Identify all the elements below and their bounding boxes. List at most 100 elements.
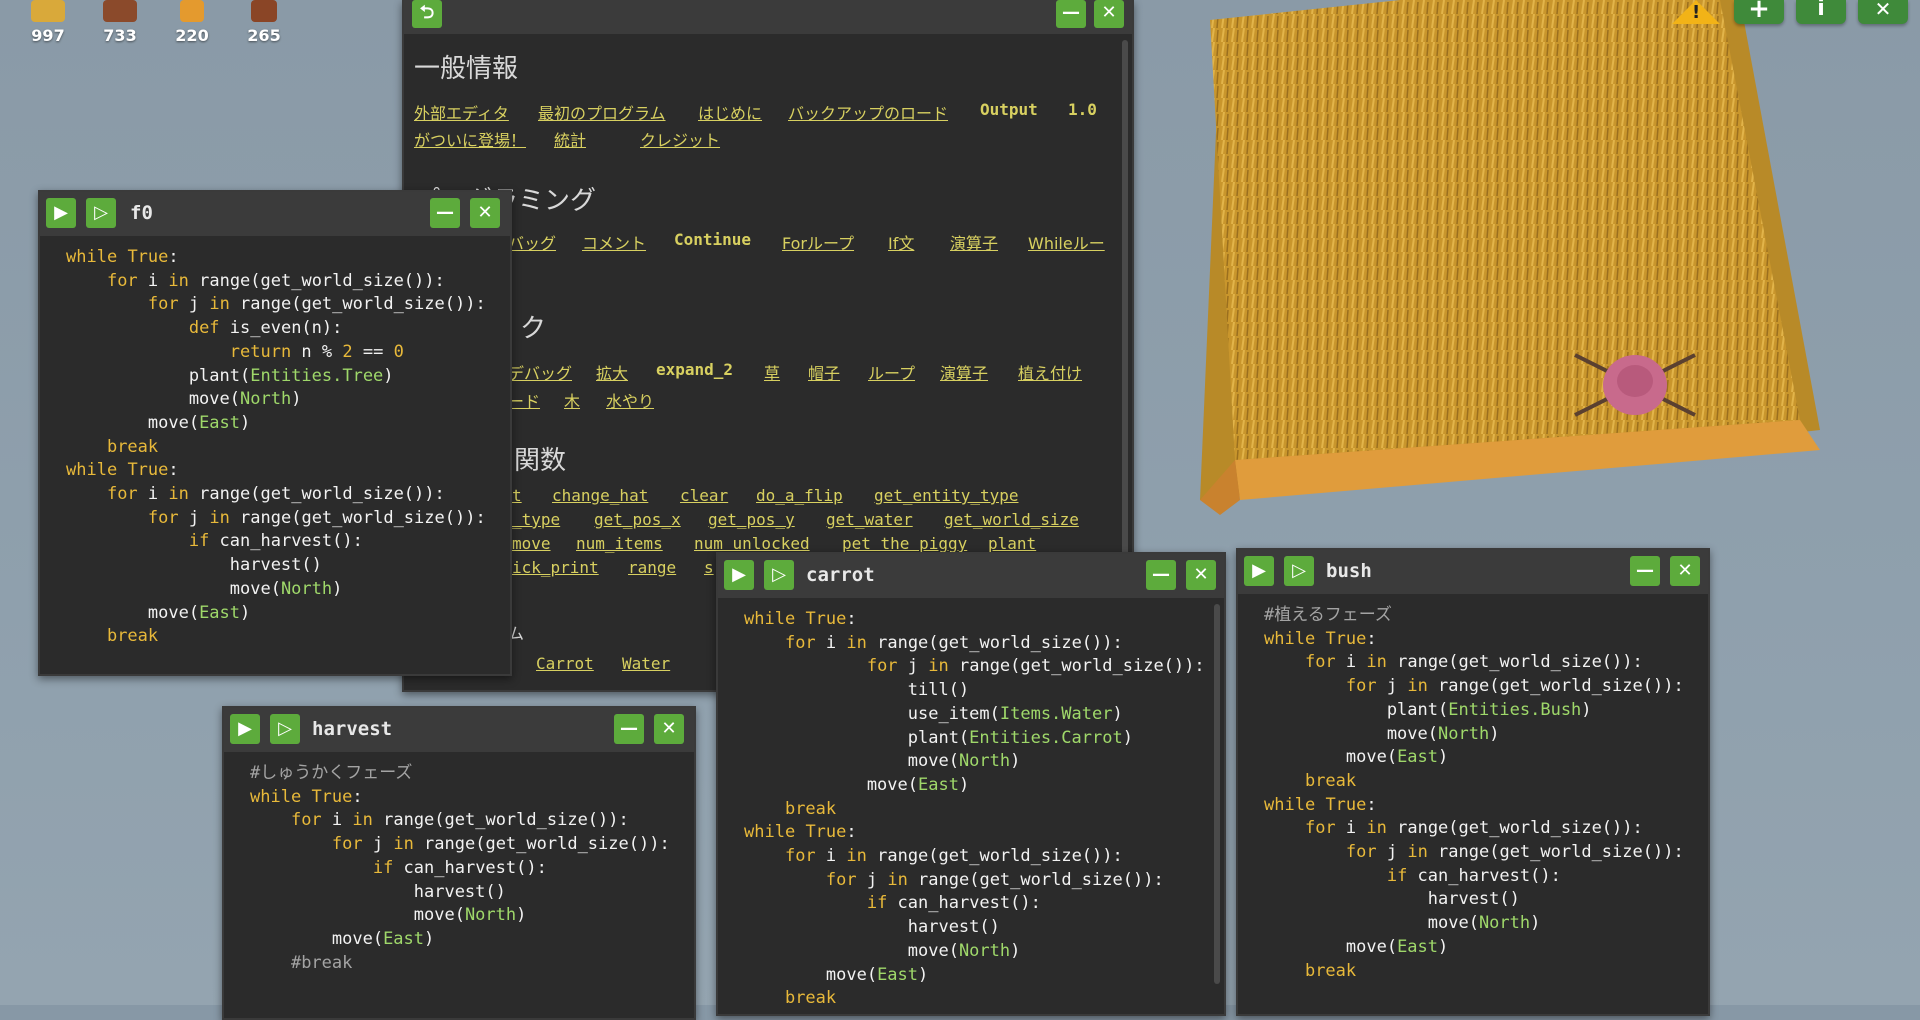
help-link[interactable]: get_world_size (944, 510, 1079, 529)
code-window-carrot: ▶ ▷ carrot — ✕ while True: for i in rang… (716, 552, 1226, 1016)
resource-wood: 733 (90, 0, 150, 45)
play-icon[interactable]: ▶ (46, 198, 76, 228)
code-scrollbar[interactable] (1214, 604, 1220, 984)
help-link[interactable]: 帽子 (808, 360, 840, 384)
help-link[interactable]: change_hat (552, 486, 648, 505)
resource-carrot: 220 (162, 0, 222, 45)
code-editor[interactable]: while True: for i in range(get_world_siz… (718, 598, 1224, 1011)
help-link[interactable]: 演算子 (940, 360, 988, 384)
code-editor[interactable]: #植えるフェーズ while True: for i in range(get_… (1238, 594, 1708, 983)
help-link[interactable]: 草 (764, 360, 780, 384)
help-link[interactable]: はじめに (698, 100, 762, 124)
step-icon[interactable]: ▷ (1284, 556, 1314, 586)
add-button[interactable]: + (1734, 0, 1784, 24)
resource-wood-count: 733 (103, 26, 137, 45)
f0-titlebar[interactable]: ▶ ▷ f0 — ✕ (40, 192, 510, 236)
step-icon[interactable]: ▷ (270, 714, 300, 744)
help-link[interactable]: 統計 (554, 127, 586, 151)
section-general: 一般情報 (414, 54, 519, 84)
help-link[interactable]: expand_2 (656, 360, 733, 379)
help-link[interactable]: Water (622, 654, 670, 673)
step-icon[interactable]: ▷ (86, 198, 116, 228)
minimize-button[interactable]: — (1146, 560, 1176, 590)
code-window-f0: ▶ ▷ f0 — ✕ while True: for i in range(ge… (38, 190, 512, 676)
window-title: harvest (312, 718, 393, 740)
help-link[interactable]: do_a_flip (756, 486, 843, 505)
window-title: bush (1326, 560, 1372, 582)
help-link[interactable]: Carrot (536, 654, 594, 673)
minimize-button[interactable]: — (430, 198, 460, 228)
help-link[interactable]: 水やり (606, 388, 654, 412)
resource-hay-count: 997 (31, 26, 65, 45)
warning-icon[interactable]: ! (1672, 0, 1720, 24)
help-link[interactable]: num_items (576, 534, 663, 553)
section-tech: ク (520, 314, 547, 344)
minimize-button[interactable]: — (614, 714, 644, 744)
help-link[interactable]: Whileルー (1028, 230, 1105, 254)
harvest-titlebar[interactable]: ▶ ▷ harvest — ✕ (224, 708, 694, 752)
help-link[interactable]: 演算子 (950, 230, 998, 254)
resource-pumpkin-count: 265 (247, 26, 281, 45)
help-link[interactable]: バックアップのロード (788, 100, 948, 124)
help-link[interactable]: ick_print (512, 558, 599, 577)
help-scrollbar[interactable] (1122, 40, 1128, 560)
code-window-bush: ▶ ▷ bush — ✕ #植えるフェーズ while True: for i … (1236, 548, 1710, 1016)
help-text: 1.0 (1068, 100, 1097, 119)
info-button[interactable]: i (1796, 0, 1846, 24)
help-link[interactable]: バッグ (508, 230, 556, 254)
help-link[interactable]: plant (988, 534, 1036, 553)
help-titlebar: ⮌ — ✕ (404, 0, 1132, 34)
help-link[interactable]: ード (508, 388, 540, 412)
play-icon[interactable]: ▶ (1244, 556, 1274, 586)
help-link[interactable]: Continue (674, 230, 751, 249)
help-link[interactable]: 最初のプログラム (538, 100, 666, 124)
close-icon[interactable]: ✕ (1670, 556, 1700, 586)
farm-field (1200, 0, 1820, 515)
code-editor[interactable]: #しゅうかくフェーズ while True: for i in range(ge… (224, 752, 694, 975)
help-link[interactable]: クレジット (640, 127, 720, 151)
help-link[interactable]: get_water (826, 510, 913, 529)
pumpkin-icon (251, 0, 277, 22)
help-link[interactable]: 外部エディタ (414, 100, 509, 124)
help-link[interactable]: コメント (582, 230, 646, 254)
help-link[interactable]: get_pos_x (594, 510, 681, 529)
close-icon[interactable]: ✕ (1186, 560, 1216, 590)
minimize-button[interactable]: — (1056, 0, 1086, 28)
help-link[interactable]: 植え付け (1018, 360, 1082, 384)
help-link[interactable]: t (512, 486, 522, 505)
close-icon[interactable]: ✕ (654, 714, 684, 744)
help-link[interactable]: s (704, 558, 714, 577)
play-icon[interactable]: ▶ (724, 560, 754, 590)
window-title: carrot (806, 564, 875, 586)
close-button[interactable]: ✕ (1858, 0, 1908, 24)
step-icon[interactable]: ▷ (764, 560, 794, 590)
help-link[interactable]: デバッグ (508, 360, 572, 384)
window-title: f0 (130, 202, 153, 224)
code-editor[interactable]: while True: for i in range(get_world_siz… (40, 236, 510, 649)
help-link[interactable]: 拡大 (596, 360, 628, 384)
carrot-titlebar[interactable]: ▶ ▷ carrot — ✕ (718, 554, 1224, 598)
close-icon[interactable]: ✕ (470, 198, 500, 228)
back-icon[interactable]: ⮌ (412, 0, 442, 28)
help-link[interactable]: clear (680, 486, 728, 505)
minimize-button[interactable]: — (1630, 556, 1660, 586)
help-link[interactable]: get_entity_type (874, 486, 1019, 505)
help-link[interactable]: If文 (888, 230, 914, 254)
close-icon[interactable]: ✕ (1094, 0, 1124, 28)
help-link[interactable]: get_pos_y (708, 510, 795, 529)
code-window-harvest: ▶ ▷ harvest — ✕ #しゅうかくフェーズ while True: f… (222, 706, 696, 1020)
help-text: がついに登場！ (414, 131, 527, 150)
help-link[interactable]: 木 (564, 388, 580, 412)
help-link[interactable]: move (512, 534, 551, 553)
help-link[interactable]: pet_the_piggy (842, 534, 967, 553)
wheat-crops (1210, 0, 1800, 460)
help-link[interactable]: ループ (868, 360, 915, 384)
help-link[interactable]: Forループ (782, 230, 854, 254)
carrot-icon (180, 0, 204, 22)
help-link[interactable]: _type (512, 510, 560, 529)
resource-pumpkin: 265 (234, 0, 294, 45)
help-link[interactable]: num_unlocked (694, 534, 810, 553)
help-link[interactable]: range (628, 558, 676, 577)
bush-titlebar[interactable]: ▶ ▷ bush — ✕ (1238, 550, 1708, 594)
play-icon[interactable]: ▶ (230, 714, 260, 744)
